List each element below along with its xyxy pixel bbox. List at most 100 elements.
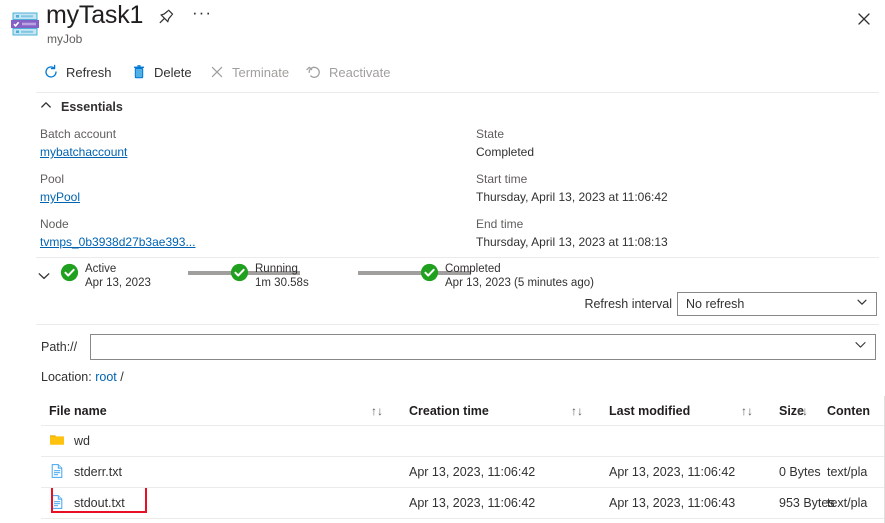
timeline-step-running: Running 1m 30.58s [230, 262, 309, 290]
last-modified-cell: Apr 13, 2023, 11:06:43 [609, 496, 736, 510]
path-combobox[interactable] [90, 334, 876, 360]
sort-toggle-last-modified[interactable]: ↑↓ [741, 396, 753, 425]
file-name-cell[interactable]: wd [49, 426, 379, 456]
timeline-step-completed-name: Completed [445, 263, 501, 275]
column-header-file-name[interactable]: File name [49, 396, 379, 425]
breadcrumb: Location: root / [41, 370, 124, 384]
chevron-down-icon[interactable] [854, 338, 867, 356]
content-type-cell: text/pla [827, 496, 868, 510]
command-bar-divider [36, 92, 879, 93]
timeline-step-active-meta: Apr 13, 2023 [85, 277, 151, 289]
delete-button-label: Delete [154, 64, 192, 80]
command-bar: Refresh Delete Terminate Reactivate [0, 56, 885, 92]
file-table: File name ↑↓ Creation time ↑↓ Last modif… [41, 396, 885, 519]
timeline-step-running-meta: 1m 30.58s [255, 277, 309, 289]
essentials-right-column: State Completed Start time Thursday, Apr… [476, 126, 876, 261]
terminate-button[interactable]: Terminate [208, 56, 289, 88]
pin-icon[interactable] [155, 6, 177, 28]
path-label: Path:// [41, 340, 78, 354]
sort-toggle-creation-time[interactable]: ↑↓ [571, 396, 583, 425]
end-time-label: End time [476, 217, 524, 231]
location-suffix: / [120, 370, 124, 384]
sort-toggle-file-name[interactable]: ↑↓ [371, 396, 383, 425]
refresh-icon [42, 64, 59, 81]
chevron-down-icon[interactable] [36, 268, 54, 286]
file-text-icon [49, 463, 65, 482]
start-time-value: Thursday, April 13, 2023 at 11:06:42 [476, 190, 668, 204]
last-modified-cell [609, 426, 759, 456]
essentials-item-pool: Pool myPool [40, 171, 460, 206]
essentials-label: Essentials [61, 99, 123, 114]
reactivate-icon [305, 64, 322, 81]
pool-label: Pool [40, 172, 65, 186]
creation-time-cell: Apr 13, 2023, 11:06:42 [409, 465, 536, 479]
batch-account-label: Batch account [40, 127, 117, 141]
task-state-timeline: Active Apr 13, 2023 Running 1m 30.58s Co… [36, 262, 879, 292]
timeline-step-active-name: Active [85, 263, 117, 275]
cross-icon [208, 64, 225, 81]
column-header-creation-time[interactable]: Creation time [409, 396, 559, 425]
reactivate-button[interactable]: Reactivate [305, 56, 390, 88]
table-row[interactable]: stderr.txt Apr 13, 2023, 11:06:42 Apr 13… [41, 457, 885, 488]
batch-account-link[interactable]: mybatchaccount [40, 143, 460, 161]
location-prefix: Location: [41, 370, 92, 384]
timeline-step-completed: Completed Apr 13, 2023 (5 minutes ago) [420, 262, 594, 290]
node-link[interactable]: tvmps_0b3938d27b3ae393... [40, 233, 460, 251]
table-row[interactable]: stdout.txt Apr 13, 2023, 11:06:42 Apr 13… [41, 488, 885, 519]
delete-button[interactable]: Delete [130, 56, 192, 88]
refresh-interval-select[interactable]: No refresh [677, 292, 877, 316]
essentials-item-start-time: Start time Thursday, April 13, 2023 at 1… [476, 171, 876, 206]
trash-icon [130, 64, 147, 81]
column-header-last-modified[interactable]: Last modified [609, 396, 759, 425]
essentials-item-end-time: End time Thursday, April 13, 2023 at 11:… [476, 216, 876, 251]
essentials-toggle[interactable]: Essentials [40, 99, 123, 114]
check-circle-icon [60, 263, 79, 282]
check-circle-icon [230, 263, 249, 282]
page-subtitle: myJob [47, 32, 83, 46]
state-label: State [476, 127, 505, 141]
table-row[interactable]: wd [41, 426, 885, 457]
creation-time-cell: Apr 13, 2023, 11:06:42 [409, 496, 536, 510]
sort-toggle-size[interactable]: ↑↓ [796, 396, 808, 425]
blade-header: myTask1 myJob ··· [0, 0, 885, 52]
timeline-step-active: Active Apr 13, 2023 [60, 262, 151, 290]
content-type-cell: text/pla [827, 465, 868, 479]
file-name-text: wd [74, 434, 90, 448]
task-detail-blade: myTask1 myJob ··· Refresh Delete Termina… [0, 0, 885, 523]
essentials-item-node: Node tvmps_0b3938d27b3ae393... [40, 216, 460, 251]
state-value: Completed [476, 145, 535, 159]
end-time-value: Thursday, April 13, 2023 at 11:08:13 [476, 235, 668, 249]
close-icon[interactable] [851, 6, 877, 32]
file-name-cell[interactable]: stdout.txt [49, 488, 379, 518]
timeline-step-running-name: Running [255, 263, 298, 275]
creation-time-cell [409, 426, 559, 456]
file-name-text: stderr.txt [74, 465, 122, 479]
page-title: myTask1 [46, 1, 144, 29]
more-options-button[interactable]: ··· [190, 4, 214, 28]
timeline-divider-top [36, 257, 879, 258]
column-header-content-type[interactable]: Conten [827, 396, 885, 425]
start-time-label: Start time [476, 172, 528, 186]
chevron-up-icon [40, 99, 52, 114]
essentials-item-batch-account: Batch account mybatchaccount [40, 126, 460, 161]
path-input[interactable] [99, 340, 854, 354]
essentials-left-column: Batch account mybatchaccount Pool myPool… [40, 126, 460, 261]
check-circle-icon [420, 263, 439, 282]
essentials-item-state: State Completed [476, 126, 876, 161]
location-root-link[interactable]: root [95, 370, 117, 384]
refresh-interval-value: No refresh [686, 297, 745, 311]
file-name-cell[interactable]: stderr.txt [49, 457, 379, 487]
pool-link[interactable]: myPool [40, 188, 460, 206]
chevron-down-icon [856, 295, 868, 313]
section-divider [36, 324, 879, 325]
node-label: Node [40, 217, 69, 231]
batch-task-icon [9, 8, 41, 40]
file-text-icon [49, 494, 65, 513]
refresh-interval-label: Refresh interval [584, 297, 672, 311]
table-header-row: File name ↑↓ Creation time ↑↓ Last modif… [41, 396, 885, 426]
refresh-button[interactable]: Refresh [42, 56, 112, 88]
folder-icon [49, 432, 65, 451]
content-type-cell [827, 426, 885, 456]
file-name-text: stdout.txt [74, 496, 125, 510]
reactivate-button-label: Reactivate [329, 64, 391, 80]
